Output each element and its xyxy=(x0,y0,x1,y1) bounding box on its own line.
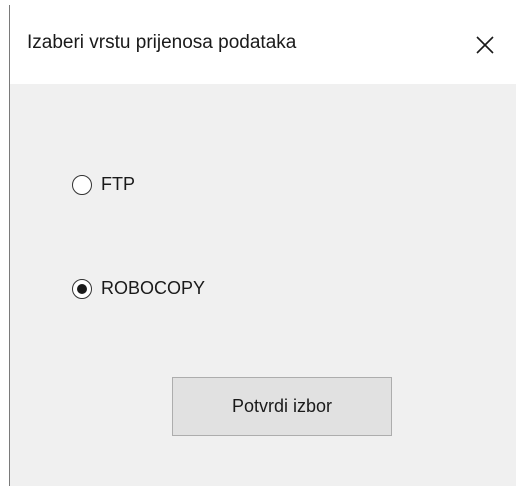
close-icon xyxy=(476,35,494,54)
radio-option-robocopy[interactable]: ROBOCOPY xyxy=(72,278,205,299)
radio-label-ftp: FTP xyxy=(101,174,135,194)
radio-label-robocopy: ROBOCOPY xyxy=(101,278,206,298)
transfer-type-dialog: Izaberi vrstu prijenosa podataka FTP ROB… xyxy=(9,5,516,486)
dialog-title: Izaberi vrstu prijenosa podataka xyxy=(27,32,297,53)
radio-button-ftp[interactable] xyxy=(72,174,92,195)
radio-selected-dot xyxy=(77,283,87,294)
confirm-button[interactable]: Potvrdi izbor xyxy=(172,377,392,436)
radio-option-ftp[interactable]: FTP xyxy=(72,174,135,195)
title-bar: Izaberi vrstu prijenosa podataka xyxy=(10,5,516,84)
close-button[interactable] xyxy=(454,5,516,84)
radio-button-robocopy[interactable] xyxy=(72,278,92,299)
